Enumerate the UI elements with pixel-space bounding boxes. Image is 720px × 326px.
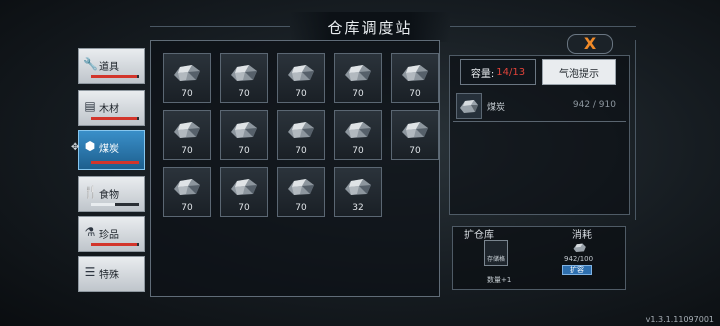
tab-wood-label: 木材 — [99, 104, 119, 115]
slot-quantity: 70 — [181, 146, 193, 156]
bubble-hint-tab[interactable]: 气泡提示 — [542, 59, 616, 85]
coal-icon — [345, 65, 371, 81]
coal-icon — [174, 65, 200, 81]
title-bar: 仓库调度站 — [290, 12, 450, 42]
inventory-slot[interactable]: 70 — [163, 110, 211, 160]
tab-tools-label: 道具 — [99, 62, 119, 73]
tab-coal-bar-fill — [91, 161, 139, 164]
coal-item-name: 煤炭 — [487, 103, 506, 113]
food-utensils-icon: 🍴 — [83, 185, 98, 199]
inventory-slot[interactable]: 32 — [334, 167, 382, 217]
capacity-tab[interactable]: 容量: 14/13 — [460, 59, 536, 85]
storage-slot-label: 存储格 — [486, 256, 505, 263]
coal-icon — [174, 179, 200, 195]
flask-icon: ⚗ — [84, 225, 96, 239]
coal-icon — [345, 122, 371, 138]
capacity-value: 14/13 — [496, 66, 526, 78]
tab-tools[interactable]: 🔧 道具 — [78, 48, 145, 84]
tab-coal-label: 煤炭 — [99, 144, 119, 155]
consume-amount: 942/100 — [564, 255, 594, 263]
slot-quantity: 70 — [409, 146, 421, 156]
tab-rare[interactable]: ⚗ 珍品 — [78, 216, 145, 252]
coal-icon — [231, 65, 257, 81]
coal-icon — [288, 65, 314, 81]
bubble-hint-label: 气泡提示 — [559, 68, 599, 80]
coal-item-icon — [456, 93, 482, 119]
coal-icon — [231, 122, 257, 138]
tab-tools-bar — [91, 75, 139, 78]
tab-rare-bar-fill — [91, 243, 137, 246]
inventory-slot[interactable]: 70 — [220, 53, 268, 103]
inventory-slot[interactable]: 70 — [163, 167, 211, 217]
inventory-slot[interactable]: 70 — [391, 110, 439, 160]
inventory-slot[interactable]: 70 — [163, 53, 211, 103]
page-title: 仓库调度站 — [327, 18, 413, 37]
inventory-slot[interactable]: 70 — [334, 53, 382, 103]
expand-button[interactable]: 扩容 — [562, 265, 592, 275]
tab-food-bar — [91, 203, 139, 206]
inventory-slot[interactable]: 70 — [277, 167, 325, 217]
tab-rare-label: 珍品 — [99, 230, 119, 241]
slot-quantity: 70 — [238, 89, 250, 99]
inventory-slot[interactable]: 70 — [277, 110, 325, 160]
slot-quantity: 70 — [181, 203, 193, 213]
tab-food-bar-fill — [91, 203, 115, 206]
slot-quantity: 70 — [238, 146, 250, 156]
close-button[interactable]: X — [567, 34, 613, 54]
tab-coal[interactable]: ⬢ 煤炭 — [78, 130, 145, 170]
coal-icon — [288, 122, 314, 138]
coal-icon — [288, 179, 314, 195]
slot-quantity: 70 — [352, 89, 364, 99]
version-label: v1.3.1.11097001 — [645, 315, 714, 324]
coal-cube-icon: ⬢ — [84, 139, 96, 153]
tab-special[interactable]: ☰ 特殊 — [78, 256, 145, 292]
coal-item-amount: 942 / 910 — [572, 100, 616, 110]
coal-icon — [402, 65, 428, 81]
tab-wood-bar-fill — [91, 117, 137, 120]
inventory-slot[interactable]: 70 — [220, 167, 268, 217]
consume-title: 消耗 — [572, 230, 592, 241]
slot-quantity: 70 — [181, 89, 193, 99]
tab-wood-bar — [91, 117, 139, 120]
slot-quantity: 32 — [352, 203, 364, 213]
count-label: 数量+1 — [487, 276, 512, 284]
inventory-slot[interactable]: 70 — [220, 110, 268, 160]
tab-tools-bar-fill — [91, 75, 137, 78]
coal-icon — [231, 179, 257, 195]
expand-button-label: 扩容 — [570, 266, 584, 274]
tab-rare-bar — [91, 243, 139, 246]
inventory-grid: 70 70 70 70 70 70 70 70 70 70 70 70 70 32 — [150, 40, 440, 297]
coal-icon — [345, 179, 371, 195]
wood-icon: ▤ — [84, 99, 96, 113]
frame-top-left — [150, 26, 290, 27]
capacity-label: 容量: — [470, 68, 495, 80]
expand-title: 扩仓库 — [464, 230, 494, 241]
frame-top-right — [450, 26, 636, 27]
coal-item-svg — [460, 100, 478, 113]
inventory-slot[interactable]: 70 — [391, 53, 439, 103]
tab-coal-bar — [91, 161, 139, 164]
slot-quantity: 70 — [409, 89, 421, 99]
slot-quantity: 70 — [238, 203, 250, 213]
frame-right — [635, 40, 636, 220]
coal-item-row[interactable]: 煤炭 942 / 910 — [453, 91, 626, 122]
storage-slot-icon: 存储格 — [484, 240, 508, 266]
inventory-slot[interactable]: 70 — [277, 53, 325, 103]
slot-quantity: 70 — [352, 146, 364, 156]
slot-quantity: 70 — [295, 203, 307, 213]
coal-cost-icon — [573, 243, 586, 253]
slot-quantity: 70 — [295, 146, 307, 156]
close-icon: X — [583, 34, 597, 53]
tab-food[interactable]: 🍴 食物 — [78, 176, 145, 212]
inventory-slot[interactable]: 70 — [334, 110, 382, 160]
tab-wood[interactable]: ▤ 木材 — [78, 90, 145, 126]
pointer-hand-icon: ✥ — [71, 142, 80, 153]
coal-icon — [174, 122, 200, 138]
tab-special-label: 特殊 — [99, 270, 119, 281]
slot-quantity: 70 — [295, 89, 307, 99]
tab-food-label: 食物 — [99, 190, 119, 201]
wrench-icon: 🔧 — [83, 57, 98, 71]
layers-icon: ☰ — [84, 265, 96, 279]
coal-icon — [402, 122, 428, 138]
